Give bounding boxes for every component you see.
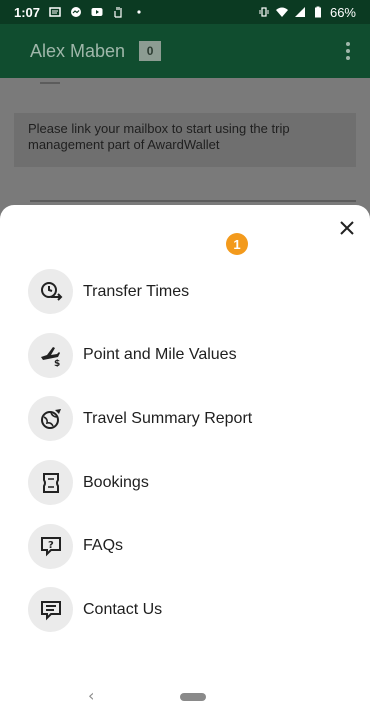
back-button[interactable]: ‹ xyxy=(88,686,94,705)
close-button[interactable] xyxy=(336,217,358,239)
menu-item-label: Transfer Times xyxy=(83,282,190,300)
menu-item-label: Contact Us xyxy=(83,600,163,618)
menu-item-point-values[interactable]: $ Point and Mile Values xyxy=(28,324,348,388)
plane-dollar-icon: $ xyxy=(28,332,73,378)
menu-item-contact-us[interactable]: Contact Us xyxy=(28,578,348,642)
menu-item-transfer-times[interactable]: Transfer Times xyxy=(28,260,348,324)
menu-item-label: Bookings xyxy=(83,473,149,491)
menu-item-label: Travel Summary Report xyxy=(83,409,253,427)
messenger-icon xyxy=(70,6,82,18)
app-title: Alex Maben xyxy=(30,40,126,61)
status-right: 66% xyxy=(258,5,356,20)
menu-list: Transfer Times $ Point and Mile Values T… xyxy=(28,260,348,642)
status-bar: 1:07 66% xyxy=(0,0,370,24)
vibrate-icon xyxy=(258,6,270,18)
overflow-menu-icon[interactable] xyxy=(340,42,356,60)
question-bubble-icon: ? xyxy=(28,523,73,569)
divider xyxy=(30,200,356,202)
battery-percent: 66% xyxy=(329,4,356,20)
dot-icon xyxy=(133,6,145,18)
svg-text:$: $ xyxy=(54,359,60,367)
close-icon xyxy=(340,221,354,235)
step-badge: 1 xyxy=(226,233,248,255)
ticket-icon xyxy=(28,460,73,506)
home-button[interactable] xyxy=(180,693,206,701)
wifi-icon xyxy=(275,6,288,18)
count-badge[interactable]: 0 xyxy=(139,41,162,61)
bottom-sheet: 1 Transfer Times $ Point and Mile Values… xyxy=(0,205,370,709)
status-left: 1:07 xyxy=(14,5,145,20)
battery-icon xyxy=(312,6,324,18)
message-icon xyxy=(49,6,61,18)
menu-item-travel-summary[interactable]: Travel Summary Report xyxy=(28,387,348,451)
system-nav-bar: ‹ xyxy=(0,680,370,709)
youtube-icon xyxy=(91,6,103,18)
menu-item-faqs[interactable]: ? FAQs xyxy=(28,514,348,578)
globe-plane-icon xyxy=(28,396,73,442)
menu-item-label: Point and Mile Values xyxy=(83,346,237,364)
menu-item-bookings[interactable]: Bookings xyxy=(28,451,348,515)
divider xyxy=(40,78,60,84)
svg-text:?: ? xyxy=(48,540,54,551)
app-bar: Alex Maben 0 xyxy=(0,24,370,78)
menu-item-label: FAQs xyxy=(83,537,124,555)
hand-icon xyxy=(112,6,124,18)
transfer-times-icon xyxy=(28,269,73,315)
status-time: 1:07 xyxy=(14,4,41,20)
signal-icon xyxy=(294,6,306,18)
mailbox-notice: Please link your mailbox to start using … xyxy=(14,113,356,167)
chat-lines-icon xyxy=(28,587,73,633)
